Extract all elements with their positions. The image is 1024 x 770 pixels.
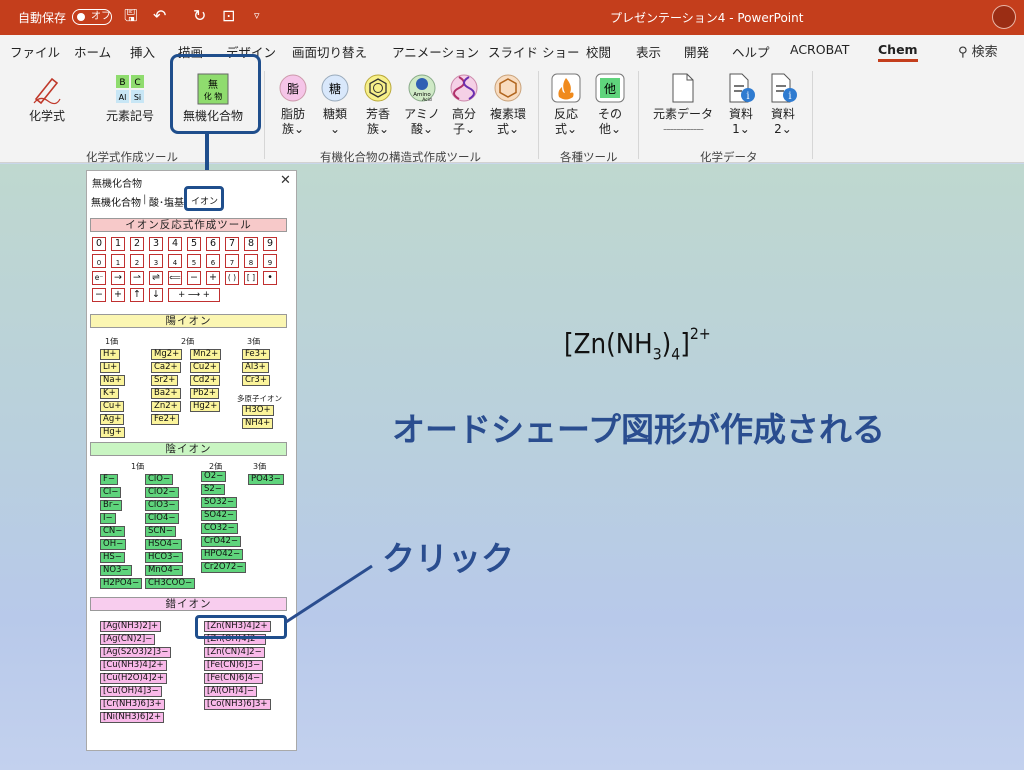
click-pointer-line	[285, 564, 373, 624]
